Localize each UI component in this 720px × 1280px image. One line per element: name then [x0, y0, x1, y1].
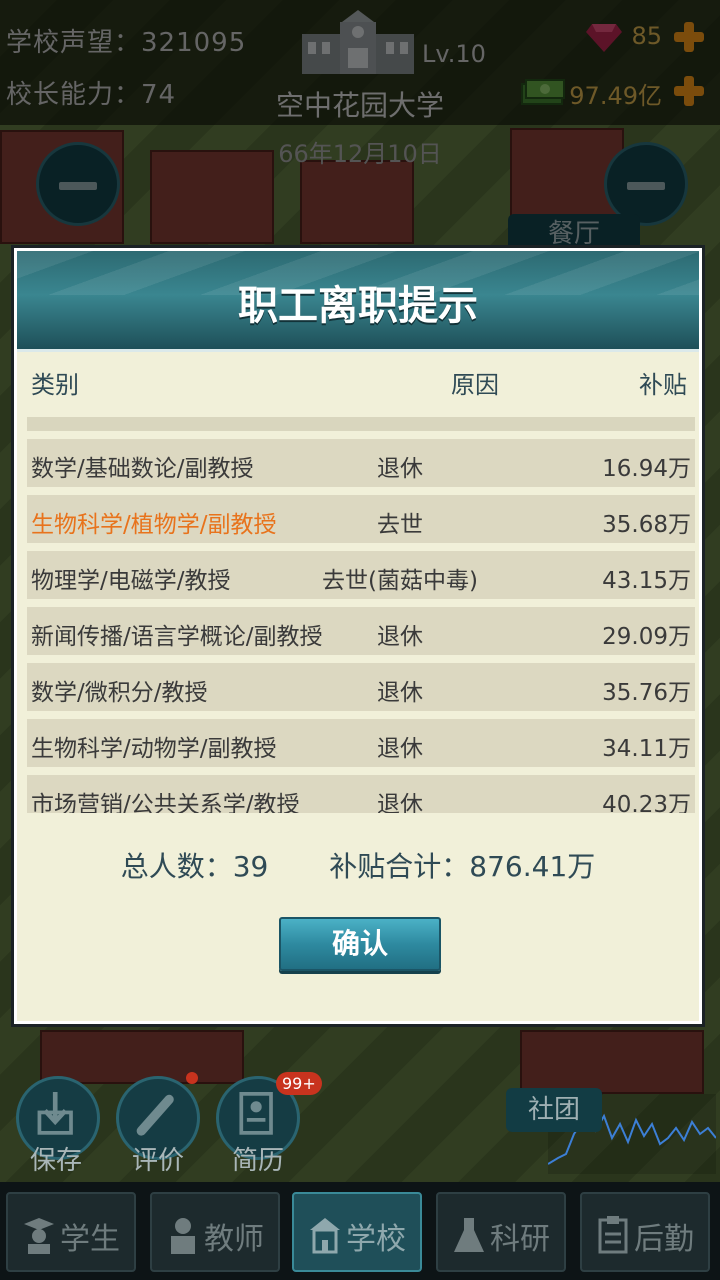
school-icon: [310, 1218, 340, 1254]
table-row: 新闻传播/语言学概论/副教授 退休 29.09万: [27, 607, 695, 655]
dialog-title: 职工离职提示: [238, 283, 478, 329]
table-row: 市场营销/公共关系学/教授 退休 40.23万: [27, 775, 695, 813]
row-subsidy: 43.15万: [602, 568, 691, 594]
teacher-icon: [171, 1218, 195, 1254]
clipboard-icon: [598, 1216, 628, 1254]
staff-leave-dialog: 职工离职提示 类别 原因 补贴 数学/基础数论/副教授 退休 16.94万 生物…: [14, 248, 702, 1024]
review-label: 评价: [132, 1146, 185, 1176]
tab-label: 学生: [60, 1222, 120, 1257]
row-subsidy: 16.94万: [602, 456, 691, 482]
row-category: 数学/微积分/教授: [31, 680, 208, 706]
save-label: 保存: [30, 1146, 83, 1176]
row-reason: 去世: [377, 512, 423, 538]
club-tag[interactable]: 社团: [506, 1088, 602, 1132]
total-subsidy: 补贴合计：876.41万: [329, 850, 596, 883]
table-row: 物理学/电磁学/教授 去世(菌菇中毒) 43.15万: [27, 551, 695, 599]
table-row: 数学/基础数论/副教授 退休 16.94万: [27, 439, 695, 487]
tab-school[interactable]: 学校: [292, 1192, 422, 1272]
row-reason: 退休: [377, 456, 423, 482]
row-subsidy: 35.68万: [602, 512, 691, 538]
confirm-button[interactable]: 确认: [279, 917, 441, 971]
resume-label: 简历: [232, 1146, 285, 1176]
table-row: 数学/微积分/教授 退休 35.76万: [27, 663, 695, 711]
row-reason: 退休: [377, 736, 423, 762]
tab-students[interactable]: 学生: [6, 1192, 136, 1272]
row-subsidy: 29.09万: [602, 624, 691, 650]
column-header-reason: 原因: [451, 371, 499, 399]
bottom-tab-bar: 学生 教师 学校 科研 后勤: [0, 1182, 720, 1280]
column-header-subsidy: 补贴: [639, 371, 687, 399]
row-category: 数学/基础数论/副教授: [31, 456, 254, 482]
row-reason: 退休: [377, 624, 423, 650]
staff-list[interactable]: 数学/基础数论/副教授 退休 16.94万 生物科学/植物学/副教授 去世 35…: [27, 417, 695, 813]
list-row-partial: [27, 417, 695, 431]
notification-dot: [186, 1072, 198, 1084]
row-reason: 去世(菌菇中毒): [322, 568, 478, 594]
row-subsidy: 40.23万: [602, 792, 691, 813]
tab-label: 科研: [490, 1222, 550, 1257]
totals-line: 总人数：39 补贴合计：876.41万: [17, 845, 699, 885]
row-category: 物理学/电磁学/教授: [31, 568, 231, 594]
table-row: 生物科学/动物学/副教授 退休 34.11万: [27, 719, 695, 767]
student-icon: [24, 1218, 54, 1254]
tab-research[interactable]: 科研: [436, 1192, 566, 1272]
row-reason: 退休: [377, 680, 423, 706]
tab-label: 后勤: [634, 1222, 694, 1257]
flask-icon: [454, 1218, 484, 1252]
row-subsidy: 35.76万: [602, 680, 691, 706]
column-header-category: 类别: [31, 371, 79, 399]
resume-badge: 99+: [276, 1072, 322, 1095]
row-subsidy: 34.11万: [602, 736, 691, 762]
row-category: 生物科学/植物学/副教授: [31, 512, 277, 538]
tab-logistics[interactable]: 后勤: [580, 1192, 710, 1272]
row-category: 生物科学/动物学/副教授: [31, 736, 277, 762]
table-row-highlighted: 生物科学/植物学/副教授 去世 35.68万: [27, 495, 695, 543]
row-reason: 退休: [377, 792, 423, 813]
tab-label: 教师: [204, 1222, 264, 1257]
total-people: 总人数：39: [120, 850, 269, 883]
tab-teachers[interactable]: 教师: [150, 1192, 280, 1272]
tab-label: 学校: [346, 1222, 406, 1257]
row-category: 市场营销/公共关系学/教授: [31, 792, 300, 813]
dialog-header: 职工离职提示: [17, 251, 699, 352]
